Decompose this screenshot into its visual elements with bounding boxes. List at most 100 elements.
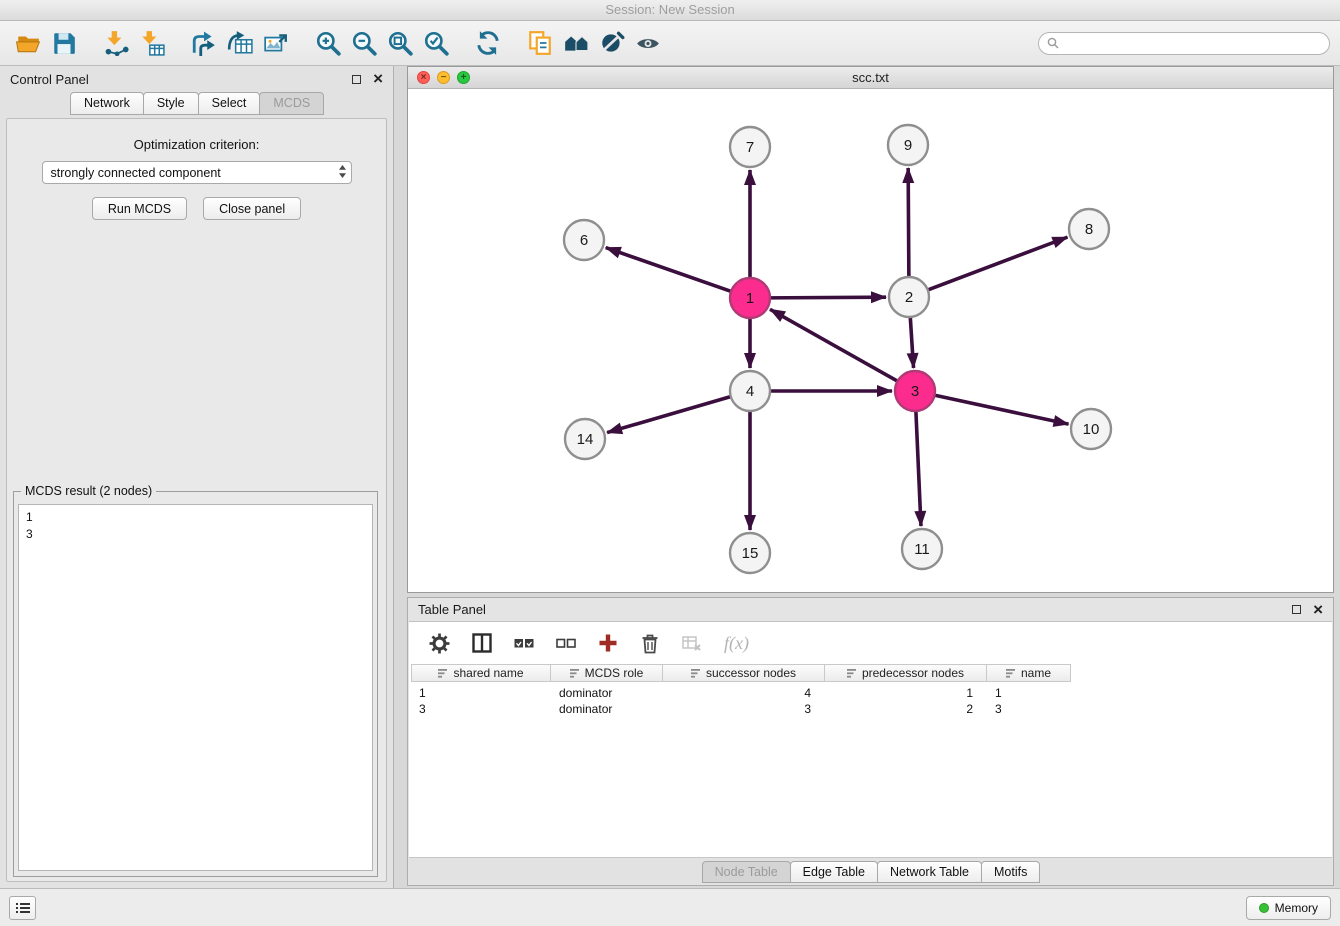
function-builder-button[interactable]: f(x) [724, 633, 749, 654]
select-all-button[interactable] [514, 638, 534, 649]
search-input[interactable] [1065, 36, 1321, 50]
import-network-button[interactable] [98, 25, 134, 61]
edge-2-3[interactable] [910, 315, 913, 368]
memory-status-icon [1259, 903, 1269, 913]
column-header-label: name [1021, 666, 1051, 680]
table-cell: 1 [411, 685, 551, 701]
column-header-shared-name[interactable]: shared name [411, 664, 551, 682]
network-arrows-icon [191, 30, 217, 56]
table-cell: 4 [663, 685, 825, 701]
table-cell: dominator [551, 701, 663, 717]
edge-3-1[interactable] [770, 309, 899, 382]
select-all-icon [514, 638, 534, 649]
home-button[interactable] [558, 25, 594, 61]
node-label-8: 8 [1085, 221, 1093, 238]
float-panel-icon[interactable] [352, 75, 361, 84]
delete-table-button[interactable] [682, 634, 702, 652]
table-tab-node-table[interactable]: Node Table [702, 861, 791, 883]
delete-table-icon [682, 634, 702, 652]
zoom-in-icon [315, 30, 341, 56]
network-view-window: × − + scc.txt 7968124314101511 [407, 66, 1334, 593]
control-tab-mcds[interactable]: MCDS [259, 92, 324, 115]
edge-3-10[interactable] [933, 395, 1069, 424]
column-header-name[interactable]: name [987, 664, 1071, 682]
arrow-into-table-icon [227, 30, 253, 56]
table-tab-motifs[interactable]: Motifs [981, 861, 1040, 883]
show-hide-button[interactable] [630, 25, 666, 61]
zoom-out-button[interactable] [346, 25, 382, 61]
column-header-MCDS-role[interactable]: MCDS role [551, 664, 663, 682]
table-tab-network-table[interactable]: Network Table [877, 861, 982, 883]
table-rows: 1dominator4113dominator323 [411, 682, 1332, 717]
import-table-button[interactable] [134, 25, 170, 61]
run-mcds-button[interactable]: Run MCDS [92, 197, 187, 220]
edge-2-9[interactable] [908, 168, 909, 279]
node-label-9: 9 [904, 137, 912, 154]
table-cell: dominator [551, 685, 663, 701]
search-box[interactable] [1038, 32, 1330, 55]
deselect-all-button[interactable] [556, 638, 576, 649]
mcds-result-list[interactable]: 13 [18, 504, 373, 871]
zoom-fit-button[interactable] [382, 25, 418, 61]
table-settings-button[interactable] [429, 633, 450, 654]
control-tab-network[interactable]: Network [70, 92, 144, 115]
node-label-10: 10 [1083, 421, 1100, 438]
save-session-button[interactable] [46, 25, 82, 61]
refresh-view-button[interactable] [470, 25, 506, 61]
zoom-in-button[interactable] [310, 25, 346, 61]
node-label-1: 1 [746, 290, 754, 307]
app-title-bar: Session: New Session [0, 0, 1340, 21]
main-toolbar [0, 21, 1340, 66]
control-panel-tabs: NetworkStyleSelectMCDS [0, 92, 393, 115]
mcds-result-line: 3 [26, 526, 365, 543]
table-cell: 1 [825, 685, 987, 701]
style-button[interactable] [594, 25, 630, 61]
import-network-table-button[interactable] [222, 25, 258, 61]
edge-2-8[interactable] [926, 237, 1068, 291]
mcds-panel: Optimization criterion: strongly connect… [6, 118, 387, 882]
close-panel-icon[interactable]: × [373, 74, 383, 84]
node-label-14: 14 [577, 431, 594, 448]
table-row[interactable]: 3dominator323 [411, 701, 1332, 717]
close-window-icon[interactable]: × [417, 71, 430, 84]
edge-1-2[interactable] [768, 297, 886, 298]
memory-button[interactable]: Memory [1246, 896, 1331, 920]
edge-3-11[interactable] [916, 409, 921, 526]
zoom-selected-button[interactable] [418, 25, 454, 61]
column-header-predecessor-nodes[interactable]: predecessor nodes [825, 664, 987, 682]
show-columns-button[interactable] [472, 633, 492, 653]
table-cell: 1 [987, 685, 1071, 701]
network-arrows-button[interactable] [186, 25, 222, 61]
sort-icon [847, 669, 857, 678]
columns-icon [472, 633, 492, 653]
table-panel-title: Table Panel [418, 602, 486, 617]
close-panel-button[interactable]: Close panel [203, 197, 301, 220]
delete-row-button[interactable] [640, 633, 660, 654]
mcds-result-box: MCDS result (2 nodes) 13 [13, 491, 378, 877]
control-panel-title: Control Panel [10, 72, 89, 87]
network-window-title-bar: × − + scc.txt [408, 67, 1333, 89]
network-canvas[interactable]: 7968124314101511 [408, 89, 1333, 592]
export-image-button[interactable] [258, 25, 294, 61]
edge-1-6[interactable] [606, 248, 733, 292]
node-label-6: 6 [580, 232, 588, 249]
task-history-button[interactable] [9, 896, 36, 920]
minimize-window-icon[interactable]: − [437, 71, 450, 84]
open-file-button[interactable] [10, 25, 46, 61]
add-column-button[interactable] [598, 633, 618, 653]
node-label-2: 2 [905, 289, 913, 306]
table-tab-edge-table[interactable]: Edge Table [790, 861, 878, 883]
memory-label: Memory [1275, 901, 1318, 915]
import-table-icon [139, 30, 165, 56]
edge-4-14[interactable] [607, 396, 733, 433]
copy-documents-button[interactable] [522, 25, 558, 61]
criterion-dropdown[interactable]: strongly connected component [42, 161, 352, 184]
column-header-successor-nodes[interactable]: successor nodes [663, 664, 825, 682]
close-table-panel-icon[interactable]: × [1313, 605, 1323, 615]
table-row[interactable]: 1dominator411 [411, 685, 1332, 701]
control-tab-select[interactable]: Select [198, 92, 261, 115]
column-header-label: predecessor nodes [862, 666, 964, 680]
float-table-panel-icon[interactable] [1292, 605, 1301, 614]
maximize-window-icon[interactable]: + [457, 71, 470, 84]
control-tab-style[interactable]: Style [143, 92, 199, 115]
